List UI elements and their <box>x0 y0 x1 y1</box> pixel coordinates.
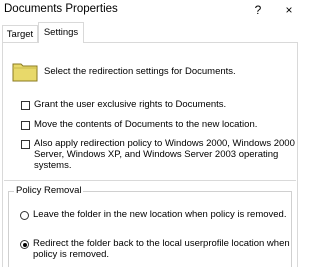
move-contents-checkbox[interactable] <box>21 121 30 130</box>
apply-legacy-policy-label-line3: systems. <box>34 160 72 171</box>
move-contents-label: Move the contents of Documents to the ne… <box>34 119 258 130</box>
section-divider <box>4 180 296 181</box>
radio-selected-dot <box>22 242 27 247</box>
policy-removal-title: Policy Removal <box>14 185 84 196</box>
leave-folder-label: Leave the folder in the new location whe… <box>33 209 287 220</box>
redirection-description: Select the redirection settings for Docu… <box>44 66 236 77</box>
leave-folder-radio[interactable] <box>20 211 29 220</box>
help-button[interactable]: ? <box>250 1 266 19</box>
folder-icon <box>12 63 38 82</box>
redirect-back-radio[interactable] <box>20 240 29 249</box>
grant-exclusive-rights-label: Grant the user exclusive rights to Docum… <box>34 99 227 110</box>
dialog-title: Documents Properties <box>4 3 118 15</box>
redirect-back-label-line2: policy is removed. <box>33 249 110 260</box>
tab-target[interactable]: Target <box>2 25 38 43</box>
close-button[interactable]: × <box>280 1 298 19</box>
apply-legacy-policy-label-line2: Server, Windows XP, and Windows Server 2… <box>34 149 279 160</box>
apply-legacy-policy-checkbox[interactable] <box>21 140 30 149</box>
properties-dialog: Documents Properties ? × Target Settings… <box>0 0 300 267</box>
title-bar: Documents Properties ? × <box>0 0 300 21</box>
apply-legacy-policy-label-line1: Also apply redirection policy to Windows… <box>34 138 295 149</box>
redirect-back-label-line1: Redirect the folder back to the local us… <box>33 238 290 249</box>
grant-exclusive-rights-checkbox[interactable] <box>21 101 30 110</box>
tab-settings[interactable]: Settings <box>38 22 84 43</box>
